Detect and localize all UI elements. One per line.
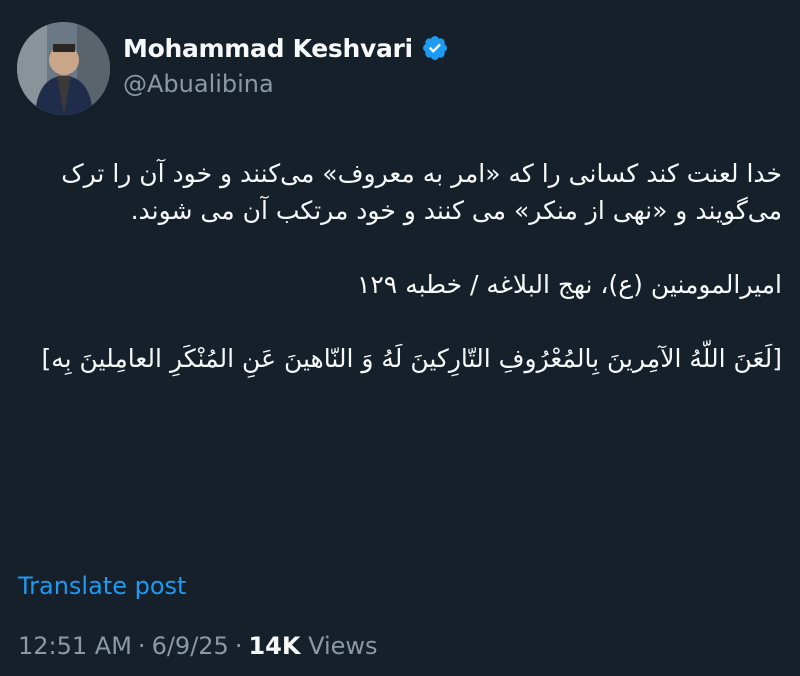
post-text: خدا لعنت کند کسانی را که «امر به معروف» … [22, 155, 782, 377]
post-paragraph-1: خدا لعنت کند کسانی را که «امر به معروف» … [61, 159, 782, 225]
post-paragraph-2: امیرالمومنین (ع)، نهج البلاغه / خطبه ۱۲۹ [356, 270, 782, 299]
views-label: Views [308, 632, 378, 660]
author-display-name[interactable]: Mohammad Keshvari [123, 34, 413, 63]
translate-post-link[interactable]: Translate post [18, 572, 186, 600]
author-handle[interactable]: @Abualibina [123, 70, 274, 98]
post-date[interactable]: 6/9/25 [152, 632, 229, 660]
avatar[interactable] [17, 22, 110, 115]
post-paragraph-3: [لَعَنَ اللّهُ الآمِرينَ بِالمُعْرُوفِ ا… [41, 344, 782, 373]
post-meta: 12:51 AM · 6/9/25 · 14K Views [18, 632, 378, 660]
meta-separator: · [137, 632, 146, 660]
verified-badge-icon [421, 34, 449, 62]
meta-separator: · [234, 632, 243, 660]
author-name-row: Mohammad Keshvari [123, 30, 449, 66]
views-count: 14K [248, 632, 301, 660]
post-time[interactable]: 12:51 AM [18, 632, 132, 660]
